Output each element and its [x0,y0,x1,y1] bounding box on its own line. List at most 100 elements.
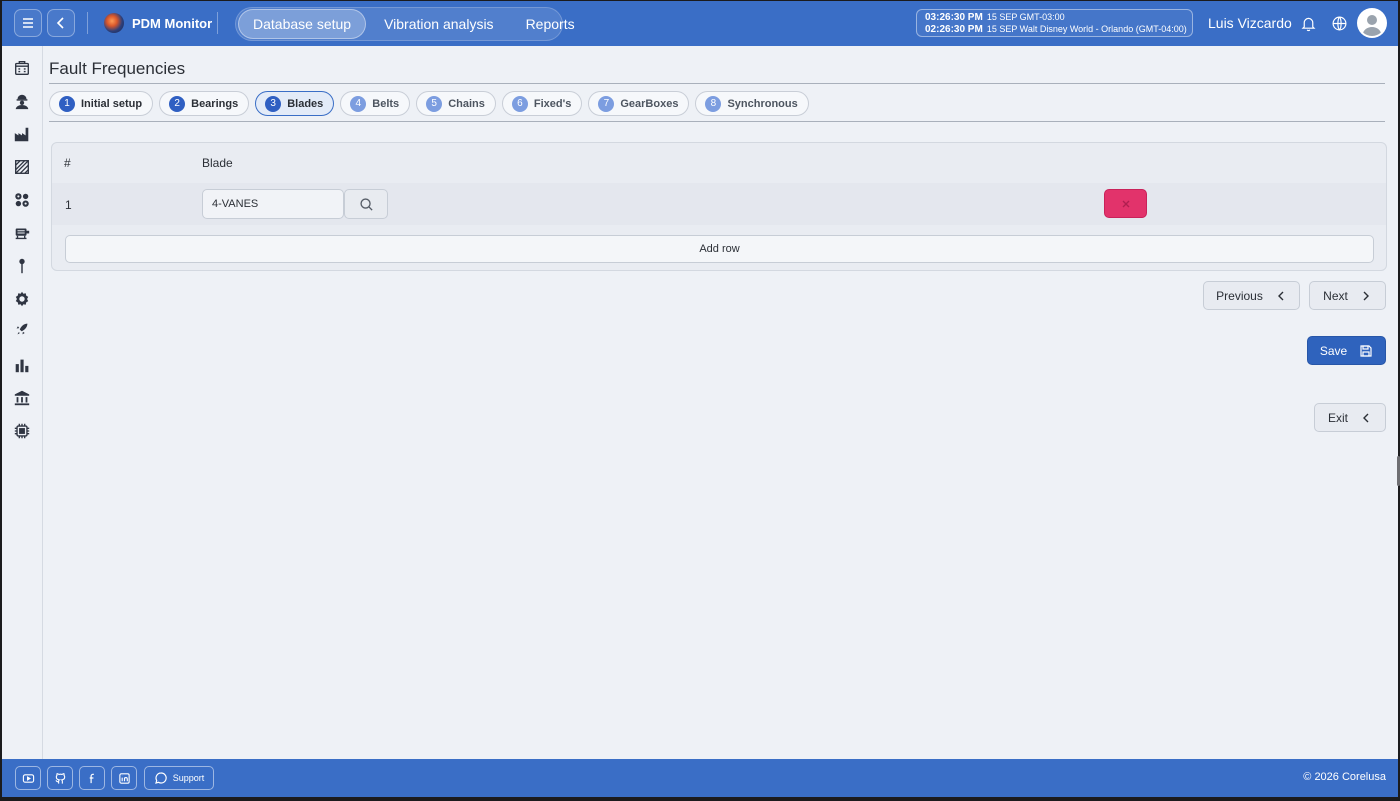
sidebar-item-institution[interactable] [12,388,32,408]
user-avatar-icon [1362,15,1382,36]
sidebar [2,46,43,759]
sidebar-item-plants[interactable] [12,124,32,144]
step-synchronous[interactable]: 8 Synchronous [695,91,809,116]
motor-icon [15,228,30,240]
chat-bubble-icon [154,772,167,784]
hatched-area-icon [15,160,29,174]
rocket-icon [16,323,28,335]
divider [87,12,88,34]
chip-icon [14,423,30,439]
step-number: 4 [350,95,367,112]
next-label: Next [1323,288,1348,303]
hamburger-icon [23,18,33,28]
floppy-disk-icon [1360,344,1372,357]
exit-label: Exit [1327,410,1348,425]
step-number: 2 [169,95,186,112]
add-row-button[interactable]: Add row [65,235,1374,263]
brand-name: PDM Monitor [132,15,213,31]
step-label: Belts [372,97,400,110]
sidebar-item-technicians[interactable] [12,91,32,111]
step-label: Blades [287,97,324,110]
step-bearings[interactable]: 2 Bearings [159,91,250,116]
gears-icon [15,193,29,207]
previous-label: Previous [1216,288,1263,303]
step-number: 5 [426,95,443,112]
support-label: Support [172,773,205,783]
main-content: Fault Frequencies 1 Initial setup 2 Bear… [49,46,1389,759]
sidebar-item-reports[interactable] [12,355,32,375]
gear-wrench-icon [15,291,29,307]
chevron-right-icon [1363,291,1369,300]
next-button[interactable]: Next [1309,281,1386,310]
sidebar-item-fault-frequencies[interactable] [12,289,32,309]
chevron-left-icon [56,17,64,29]
step-initial-setup[interactable]: 1 Initial setup [49,91,154,116]
step-fixeds[interactable]: 6 Fixed's [501,91,583,116]
step-number: 6 [511,95,528,112]
sidebar-item-companies[interactable] [12,58,32,78]
building-icon [15,61,29,75]
user-name[interactable]: Luis Vizcardo [1208,15,1292,31]
brand-logo-icon [104,13,124,33]
youtube-button[interactable] [15,766,41,790]
notifications-button[interactable] [1297,12,1319,34]
step-label: Bearings [191,97,239,110]
step-gearboxes[interactable]: 7 GearBoxes [588,91,690,116]
sidebar-item-points[interactable] [12,256,32,276]
steps-divider [49,121,1385,122]
save-label: Save [1319,343,1348,358]
back-button[interactable] [47,9,75,37]
nav-database-setup[interactable]: Database setup [238,9,367,39]
top-bar: PDM Monitor Database setup Vibration ana… [2,1,1398,46]
blade-search-button[interactable] [344,189,388,219]
bank-icon [14,390,30,406]
step-label: GearBoxes [620,97,679,110]
step-belts[interactable]: 4 Belts [340,91,411,116]
facebook-button[interactable] [79,766,105,790]
blade-input[interactable] [202,189,344,219]
sidebar-item-areas[interactable] [12,157,32,177]
step-blades[interactable]: 3 Blades [255,91,335,116]
language-button[interactable] [1328,12,1350,34]
app-window: PDM Monitor Database setup Vibration ana… [2,1,1398,797]
blades-table: # Blade 1 Add row [51,142,1387,271]
exit-button[interactable]: Exit [1314,403,1386,432]
divider [217,12,218,34]
step-chains[interactable]: 5 Chains [416,91,496,116]
footer: Support © 2026 Corelusa [2,759,1398,797]
brand[interactable]: PDM Monitor [104,13,212,33]
linkedin-button[interactable] [111,766,137,790]
support-button[interactable]: Support [144,766,214,790]
avatar[interactable] [1357,8,1387,38]
copyright: © 2026 Corelusa [1303,771,1386,783]
clock-widget[interactable]: 03:26:30 PM 15 SEP GMT-03:00 02:26:30 PM 1… [916,9,1193,37]
step-label: Fixed's [533,97,572,110]
globe-icon [1332,16,1346,30]
save-button[interactable]: Save [1307,336,1386,365]
row-number: 1 [65,198,72,212]
chevron-left-icon [1277,291,1284,300]
factory-icon [14,127,29,142]
delete-row-button[interactable] [1104,189,1147,218]
linkedin-icon [118,772,130,784]
main-nav: Database setup Vibration analysis Report… [235,7,575,41]
pin-icon [19,258,25,274]
youtube-icon [22,773,34,783]
bell-icon [1301,17,1315,31]
nav-vibration-analysis[interactable]: Vibration analysis [370,9,507,39]
step-number: 1 [59,95,75,112]
github-button[interactable] [47,766,73,790]
step-number: 8 [705,95,722,112]
wizard-steps: 1 Initial setup 2 Bearings 3 Blades 4 Be… [49,91,809,116]
sidebar-item-hardware[interactable] [12,421,32,441]
menu-button[interactable] [14,9,42,37]
bar-chart-icon [15,359,29,373]
nav-reports[interactable]: Reports [512,9,589,39]
close-icon [1122,200,1129,207]
sidebar-item-components[interactable] [12,223,32,243]
sidebar-item-machines[interactable] [12,190,32,210]
title-divider [49,83,1385,84]
page-title: Fault Frequencies [49,59,186,78]
previous-button[interactable]: Previous [1203,281,1300,310]
sidebar-item-launch[interactable] [12,319,32,339]
